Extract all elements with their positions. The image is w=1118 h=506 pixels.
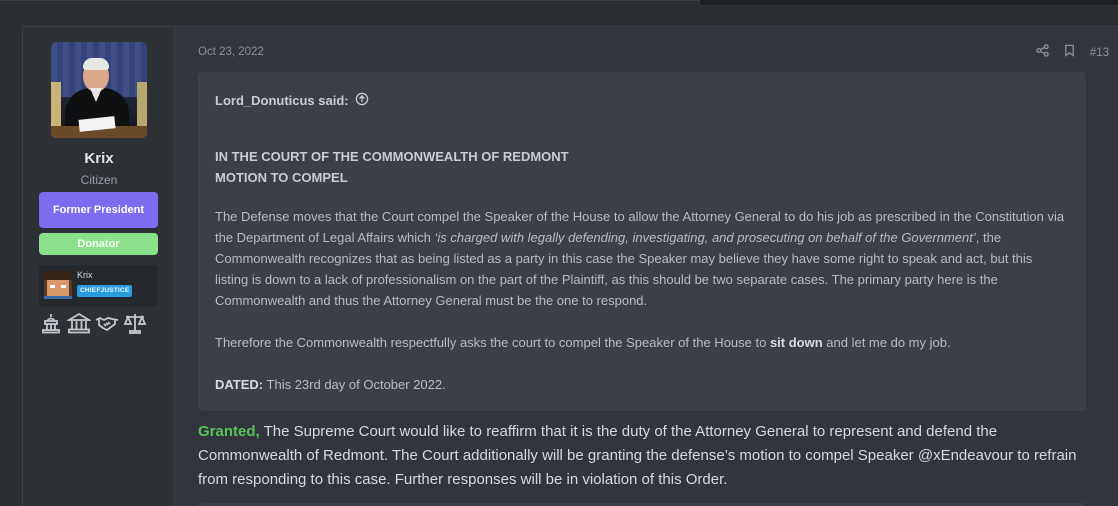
- avatar-hair: [83, 58, 109, 70]
- mini-profile-card[interactable]: Krix CHIEFJUSTICE: [39, 265, 158, 306]
- quote-paragraph-motion: The Defense moves that the Court compel …: [215, 206, 1065, 311]
- post-actions: #13: [1036, 44, 1109, 62]
- quote-paragraph-dated: DATED: This 23rd day of October 2022.: [215, 374, 1065, 395]
- post-body-text: The Supreme Court would like to reaffirm…: [198, 423, 1077, 488]
- mini-avatar-hair: [44, 271, 72, 280]
- banner-donator: Donator: [39, 233, 158, 255]
- mini-profile-name: Krix: [77, 270, 93, 280]
- bookmark-icon[interactable]: [1063, 44, 1076, 62]
- granted-label: Granted,: [198, 423, 260, 440]
- trophy-icons: [39, 312, 164, 339]
- post-main-cell: Oct 23, 2022 #13 Lord_Donuticus said: IN…: [176, 27, 1118, 506]
- capitol-icon[interactable]: [39, 312, 63, 339]
- post-body: Granted, The Supreme Court would like to…: [198, 420, 1078, 492]
- mini-avatar-eye: [50, 285, 55, 288]
- mini-avatar-face: [47, 280, 69, 296]
- post-number-link[interactable]: #13: [1090, 47, 1109, 59]
- dated-label: DATED:: [215, 377, 264, 392]
- user-avatar[interactable]: [51, 42, 147, 138]
- post-user-cell: Krix Citizen Former President Donator Kr…: [23, 27, 175, 506]
- quote-paragraph-request: Therefore the Commonwealth respectfully …: [215, 332, 1065, 353]
- quote-p2-start: Therefore the Commonwealth respectfully …: [215, 335, 770, 350]
- mini-avatar-eye: [61, 285, 66, 288]
- forum-post: Krix Citizen Former President Donator Kr…: [22, 26, 1118, 506]
- dated-value: This 23rd day of October 2022.: [263, 377, 446, 392]
- share-icon[interactable]: [1036, 44, 1049, 62]
- quote-heading: IN THE COURT OF THE COMMONWEALTH OF REDM…: [215, 146, 569, 188]
- post-date[interactable]: Oct 23, 2022: [198, 46, 264, 58]
- banner-former-president: Former President: [39, 192, 158, 228]
- courthouse-icon[interactable]: [65, 312, 93, 339]
- username-link[interactable]: Krix: [23, 150, 175, 167]
- quote-block: Lord_Donuticus said: IN THE COURT OF THE…: [198, 72, 1086, 411]
- quote-heading-line1: IN THE COURT OF THE COMMONWEALTH OF REDM…: [215, 149, 569, 164]
- mini-avatar-shirt: [44, 296, 72, 299]
- quote-p2-bold: sit down: [769, 335, 823, 350]
- quote-p1-italic: ‘is charged with legally defending, inve…: [434, 230, 976, 245]
- quote-heading-line2: MOTION TO COMPEL: [215, 170, 348, 185]
- quote-p2-end: and let me do my job.: [822, 335, 951, 350]
- user-title: Citizen: [80, 173, 118, 187]
- scales-icon[interactable]: [123, 312, 147, 339]
- arrow-up-circle-icon[interactable]: [355, 92, 369, 109]
- top-overlay-panel: [700, 0, 1118, 5]
- quote-author[interactable]: Lord_Donuticus said:: [215, 92, 369, 109]
- quote-author-name: Lord_Donuticus said:: [215, 93, 349, 108]
- chief-justice-badge: CHIEFJUSTICE: [77, 285, 133, 297]
- mini-avatar: [44, 271, 72, 299]
- handshake-icon[interactable]: [95, 312, 119, 339]
